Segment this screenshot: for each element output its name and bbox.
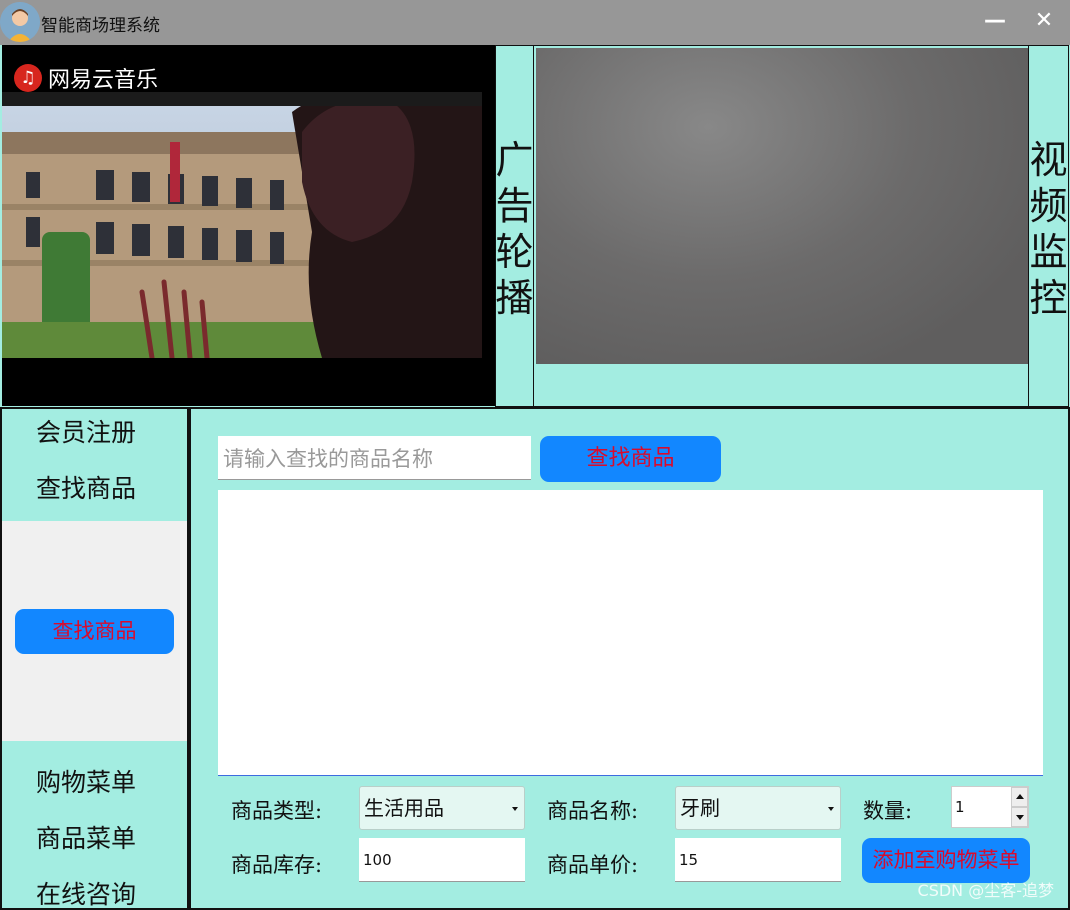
product-name-value: 牙刷 [680,796,720,820]
chevron-down-icon [828,807,834,811]
quantity-stepper[interactable]: 1 [951,786,1029,828]
camera-label-char: 监 [1029,230,1068,274]
sidebar-item-online-consult[interactable]: 在线咨询 [36,875,136,910]
ad-label-char: 轮 [495,230,534,274]
camera-panel [534,45,1028,407]
ad-video-frame [2,92,482,358]
camera-label-char: 频 [1029,184,1068,228]
ad-label-char: 告 [495,184,534,228]
ad-carousel-label: 广 告 轮 播 [495,45,534,407]
product-type-label: 商品类型: [231,799,323,823]
close-button[interactable]: ✕ [1027,4,1061,38]
sidebar-item-shopping-menu[interactable]: 购物菜单 [36,763,136,799]
camera-label: 视 频 监 控 [1028,45,1069,407]
main-panel: 请输入查找的商品名称 查找商品 商品类型: 生活用品 商品名称: 牙刷 数量: … [189,407,1070,910]
product-stock-field[interactable]: 100 [359,838,525,882]
ad-label-char: 广 [495,138,534,182]
chevron-down-icon [512,807,518,811]
camera-feed [536,48,1028,364]
search-input[interactable]: 请输入查找的商品名称 [218,436,531,480]
sidebar-active-panel: 查找商品 [2,521,187,741]
product-type-value: 生活用品 [364,796,444,820]
sidebar-item-member-register[interactable]: 会员注册 [36,413,136,449]
minimize-button[interactable]: — [978,4,1012,38]
find-product-button[interactable]: 查找商品 [15,609,174,654]
watermark: CSDN @尘客-追梦 [917,881,1054,900]
quantity-value: 1 [955,798,965,816]
search-button[interactable]: 查找商品 [540,436,721,482]
quantity-label: 数量: [863,799,913,823]
product-price-label: 商品单价: [547,853,639,877]
camera-label-char: 视 [1029,138,1068,182]
product-stock-label: 商品库存: [231,853,323,877]
title-bar: 智能商场理系统 — ✕ [0,0,1070,45]
music-logo-text: 网易云音乐 [48,68,159,93]
camera-label-char: 控 [1029,276,1068,320]
sidebar-item-find-product[interactable]: 查找商品 [36,469,136,505]
app-avatar-icon [0,2,40,42]
product-name-select[interactable]: 牙刷 [675,786,841,830]
product-result-list[interactable] [218,490,1043,776]
stepper-up-icon[interactable] [1011,787,1028,807]
stepper-down-icon[interactable] [1011,807,1028,827]
window-title: 智能商场理系统 [41,16,160,36]
music-logo: ♫ 网易云音乐 [14,60,158,96]
music-logo-icon: ♫ [14,64,42,92]
product-price-field[interactable]: 15 [675,838,841,882]
ad-carousel: ♫ 网易云音乐 [2,45,495,406]
product-name-label: 商品名称: [547,799,639,823]
sidebar-item-product-menu[interactable]: 商品菜单 [36,819,136,855]
product-type-select[interactable]: 生活用品 [359,786,525,830]
sidebar: 会员注册 查找商品 查找商品 购物菜单 商品菜单 在线咨询 [0,407,189,910]
ad-label-char: 播 [495,276,534,320]
